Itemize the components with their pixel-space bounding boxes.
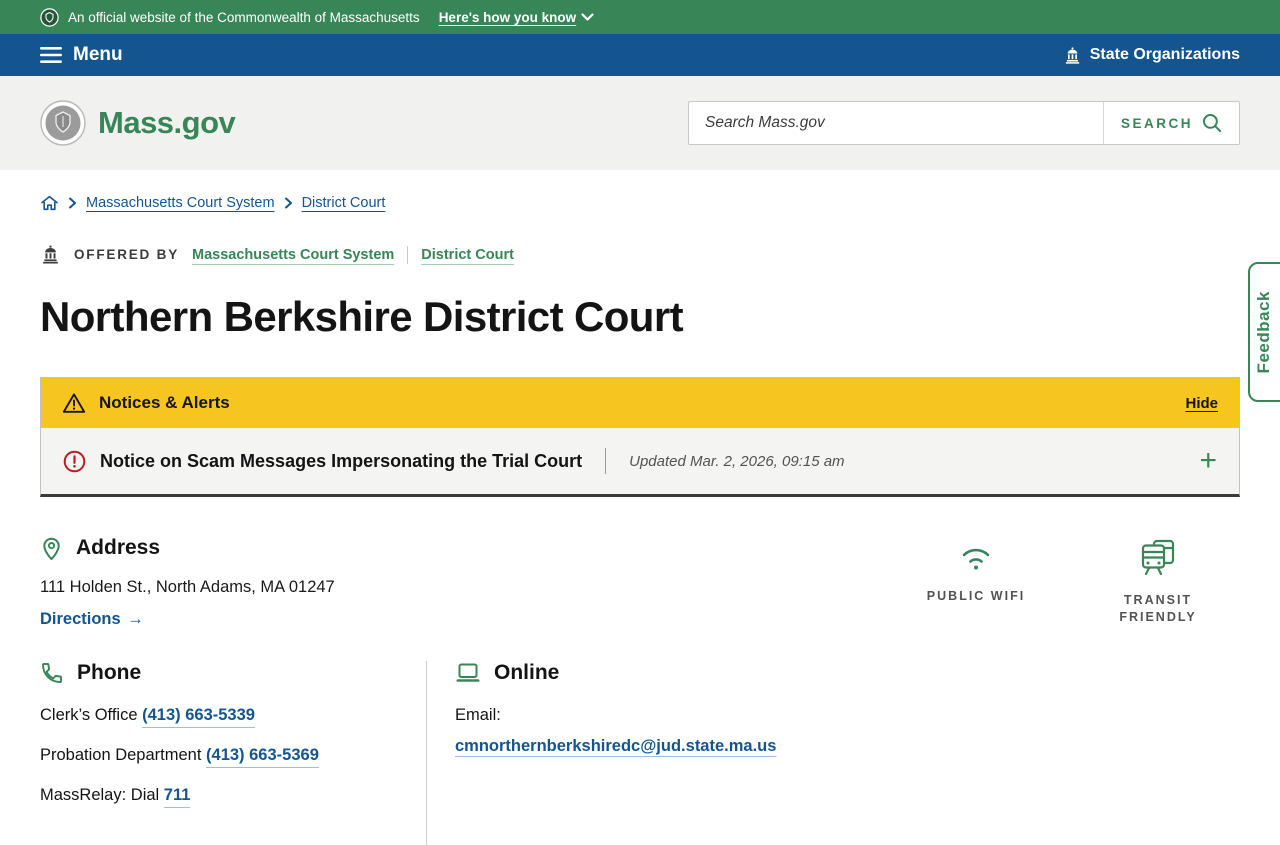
offered-by-link-court-system[interactable]: Massachusetts Court System [192, 247, 394, 263]
email-link[interactable]: cmnorthernberkshiredc@jud.state.ma.us [455, 733, 785, 760]
contact-section: Phone Clerk’s Office (413) 663-5339 Prob… [40, 661, 1240, 845]
feedback-tab[interactable]: Feedback [1248, 262, 1280, 402]
breadcrumb: Massachusetts Court System District Cour… [40, 194, 1240, 212]
massgov-logo[interactable]: Mass.gov [40, 100, 236, 146]
search-button[interactable]: SEARCH [1102, 102, 1239, 144]
page-title: Northern Berkshire District Court [40, 293, 684, 340]
online-block: Online Email: cmnorthernberkshiredc@jud.… [426, 661, 846, 845]
feedback-tab-label: Feedback [1254, 290, 1273, 374]
offered-by-label: OFFERED BY [74, 247, 180, 262]
statehouse-icon [1063, 46, 1082, 65]
online-heading-row: Online [455, 661, 846, 685]
address-line: 111 Holden St., North Adams, MA 01247 [40, 578, 335, 596]
notices-alerts-header: Notices & Alerts Hide [41, 378, 1239, 428]
hide-alerts-link[interactable]: Hide [1185, 395, 1218, 412]
phone-row-probation: Probation Department (413) 663-5369 [40, 746, 426, 768]
chevron-down-icon [581, 12, 594, 22]
phone-heading-row: Phone [40, 661, 426, 685]
alert-circle-icon [63, 450, 86, 473]
search-bar: SEARCH [688, 101, 1240, 145]
address-heading-row: Address [40, 535, 335, 561]
warning-triangle-icon [62, 392, 86, 414]
phone-icon [40, 661, 64, 685]
state-seal-icon [40, 7, 59, 27]
online-heading: Online [494, 661, 560, 684]
offered-by-row: OFFERED BY Massachusetts Court System Di… [40, 244, 1240, 265]
address-block: Address 111 Holden St., North Adams, MA … [40, 535, 335, 629]
phone-link-clerks-office[interactable]: (413) 663-5339 [142, 706, 255, 728]
divider [407, 245, 409, 264]
directions-link[interactable]: Directions → [40, 610, 144, 628]
notices-alerts-title: Notices & Alerts [99, 393, 230, 412]
transit-icon [1138, 539, 1178, 577]
breadcrumb-link-district-court[interactable]: District Court [302, 195, 386, 211]
official-banner: An official website of the Commonwealth … [0, 0, 1280, 34]
phone-row-massrelay: MassRelay: Dial 711 [40, 786, 426, 808]
breadcrumb-separator-icon [284, 197, 293, 209]
amenity-label: PUBLIC WIFI [926, 589, 1026, 603]
amenities: PUBLIC WIFI TRANSIT FRIENDLY [918, 539, 1240, 629]
state-organizations-label: State Organizations [1089, 46, 1240, 63]
offered-by-link-district-court[interactable]: District Court [421, 247, 514, 263]
search-button-label: SEARCH [1120, 115, 1193, 131]
main-nav-bar: Menu State Organizations [0, 34, 1280, 76]
official-banner-text: An official website of the Commonwealth … [68, 9, 420, 25]
amenity-transit-friendly: TRANSIT FRIENDLY [1100, 539, 1216, 629]
menu-button[interactable]: Menu [40, 44, 123, 66]
phone-link-probation[interactable]: (413) 663-5369 [206, 746, 319, 768]
amenity-label: TRANSIT FRIENDLY [1119, 593, 1197, 624]
breadcrumb-separator-icon [68, 197, 77, 209]
divider [605, 448, 607, 474]
email-label: Email: [455, 706, 501, 724]
arrow-right-icon: → [127, 610, 144, 628]
site-header: Mass.gov SEARCH [0, 76, 1280, 170]
massgov-logo-text: Mass.gov [98, 105, 236, 140]
heres-how-you-know-toggle[interactable]: Here's how you know [439, 10, 595, 25]
search-input[interactable] [689, 102, 1103, 144]
notice-accordion-row[interactable]: Notice on Scam Messages Impersonating th… [41, 428, 1239, 494]
hamburger-icon [40, 47, 62, 63]
amenity-public-wifi: PUBLIC WIFI [918, 539, 1034, 629]
notice-title: Notice on Scam Messages Impersonating th… [100, 450, 583, 471]
directions-row: Directions → [40, 610, 335, 629]
phone-link-massrelay[interactable]: 711 [163, 786, 191, 808]
phone-block: Phone Clerk’s Office (413) 663-5339 Prob… [40, 661, 426, 845]
address-heading: Address [76, 536, 161, 559]
phone-row-clerks-office: Clerk’s Office (413) 663-5339 [40, 706, 426, 728]
home-icon [40, 194, 59, 212]
search-icon [1202, 113, 1222, 133]
notice-updated-timestamp: Updated Mar. 2, 2026, 09:15 am [629, 452, 845, 470]
statehouse-icon [40, 244, 61, 265]
massgov-seal-icon [40, 100, 86, 146]
expand-plus-icon[interactable]: + [1199, 446, 1217, 476]
wifi-icon [955, 539, 997, 573]
state-organizations-button[interactable]: State Organizations [1063, 46, 1240, 65]
notices-alerts-box: Notices & Alerts Hide Notice on Scam Mes… [40, 377, 1240, 497]
address-section: Address 111 Holden St., North Adams, MA … [40, 535, 1240, 629]
location-pin-icon [40, 535, 63, 561]
breadcrumb-home-link[interactable] [40, 194, 59, 212]
phone-heading: Phone [77, 661, 142, 684]
laptop-icon [455, 661, 481, 685]
breadcrumb-link-court-system[interactable]: Massachusetts Court System [86, 195, 275, 211]
menu-label: Menu [73, 44, 123, 65]
